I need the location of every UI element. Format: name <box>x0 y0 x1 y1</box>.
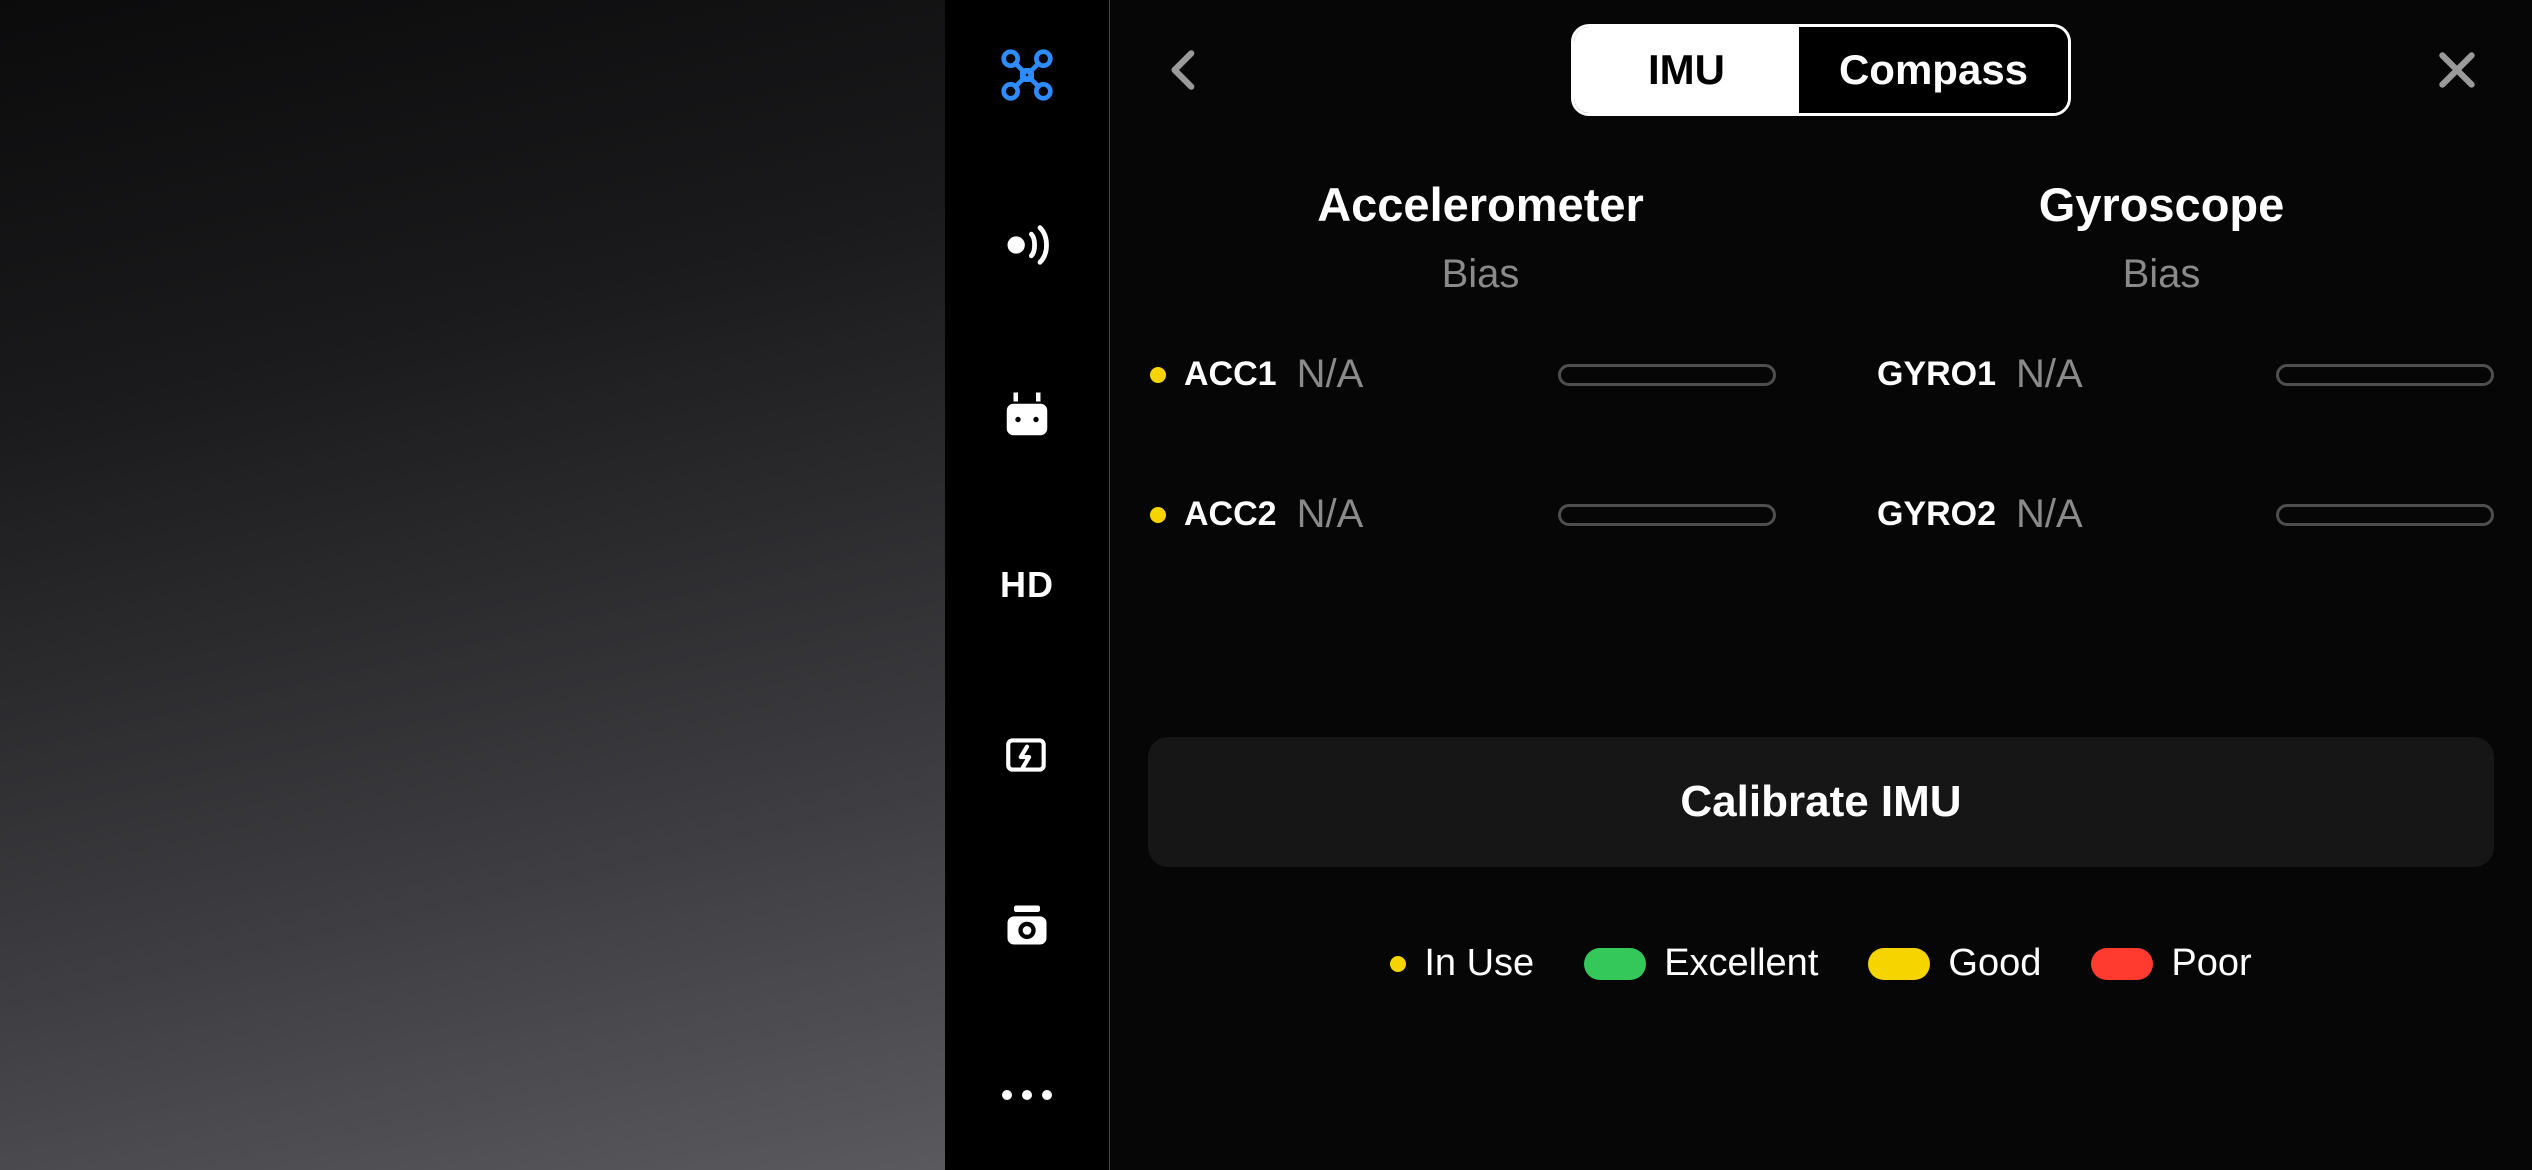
acc-value: N/A <box>1297 492 1364 537</box>
legend-excellent: Excellent <box>1584 942 1818 985</box>
column-subtitle: Bias <box>1821 252 2502 297</box>
sidebar-item-camera[interactable] <box>997 895 1057 955</box>
sidebar-item-battery[interactable] <box>997 725 1057 785</box>
gyro-value: N/A <box>2016 352 2083 397</box>
legend-good: Good <box>1868 942 2041 985</box>
column-title: Accelerometer <box>1140 177 1821 232</box>
legend: In Use Excellent Good Poor <box>1140 942 2502 985</box>
bias-bar <box>1558 364 1776 386</box>
column-gyroscope: Gyroscope Bias <box>1821 177 2502 297</box>
close-icon <box>2432 45 2482 95</box>
status-pill-icon <box>2091 948 2153 980</box>
acc-value: N/A <box>1297 352 1364 397</box>
acc-name: ACC1 <box>1184 355 1277 394</box>
bias-bar <box>2276 364 2494 386</box>
hd-icon: HD <box>1000 564 1054 606</box>
remote-controller-icon <box>1000 388 1054 442</box>
sensor-row: ACC1 N/A GYRO1 N/A <box>1148 352 2494 397</box>
status-pill-icon <box>1868 948 1930 980</box>
tab-imu[interactable]: IMU <box>1574 27 1799 113</box>
gyro-value: N/A <box>2016 492 2083 537</box>
legend-label: Good <box>1948 942 2041 985</box>
settings-sidebar: HD <box>945 0 1110 1170</box>
sidebar-item-aircraft[interactable] <box>997 45 1057 105</box>
status-pill-icon <box>1584 948 1646 980</box>
legend-label: In Use <box>1424 942 1534 985</box>
bias-bar <box>1558 504 1776 526</box>
more-icon <box>1002 1090 1052 1100</box>
calibrate-imu-button[interactable]: Calibrate IMU <box>1148 737 2494 867</box>
tab-compass[interactable]: Compass <box>1799 27 2068 113</box>
tab-segment: IMU Compass <box>1571 24 2071 116</box>
chevron-left-icon <box>1160 45 1210 95</box>
in-use-dot-icon <box>1150 507 1166 523</box>
gyro-name: GYRO2 <box>1877 495 1996 534</box>
column-subtitle: Bias <box>1140 252 1821 297</box>
camera-icon <box>1001 899 1053 951</box>
close-button[interactable] <box>2432 45 2482 95</box>
in-use-dot-icon <box>1150 367 1166 383</box>
sidebar-item-more[interactable] <box>997 1065 1057 1125</box>
imu-panel: IMU Compass Accelerometer Bias Gyroscope… <box>1110 0 2532 1170</box>
legend-poor: Poor <box>2091 942 2251 985</box>
bias-bar <box>2276 504 2494 526</box>
sidebar-item-sensing[interactable] <box>997 215 1057 275</box>
sensing-icon <box>1001 219 1053 271</box>
sensor-row: ACC2 N/A GYRO2 N/A <box>1148 492 2494 537</box>
panel-header: IMU Compass <box>1140 22 2502 117</box>
battery-icon <box>1002 730 1052 780</box>
sidebar-item-remote[interactable] <box>997 385 1057 445</box>
in-use-dot-icon <box>1390 956 1406 972</box>
back-button[interactable] <box>1160 45 1210 95</box>
sidebar-item-hd[interactable]: HD <box>997 555 1057 615</box>
camera-background <box>0 0 945 1170</box>
drone-icon <box>999 47 1055 103</box>
panel-content: Accelerometer Bias Gyroscope Bias ACC1 N… <box>1140 117 2502 1140</box>
legend-label: Excellent <box>1664 942 1818 985</box>
column-title: Gyroscope <box>1821 177 2502 232</box>
column-accelerometer: Accelerometer Bias <box>1140 177 1821 297</box>
legend-in-use: In Use <box>1390 942 1534 985</box>
gyro-name: GYRO1 <box>1877 355 1996 394</box>
legend-label: Poor <box>2171 942 2251 985</box>
acc-name: ACC2 <box>1184 495 1277 534</box>
